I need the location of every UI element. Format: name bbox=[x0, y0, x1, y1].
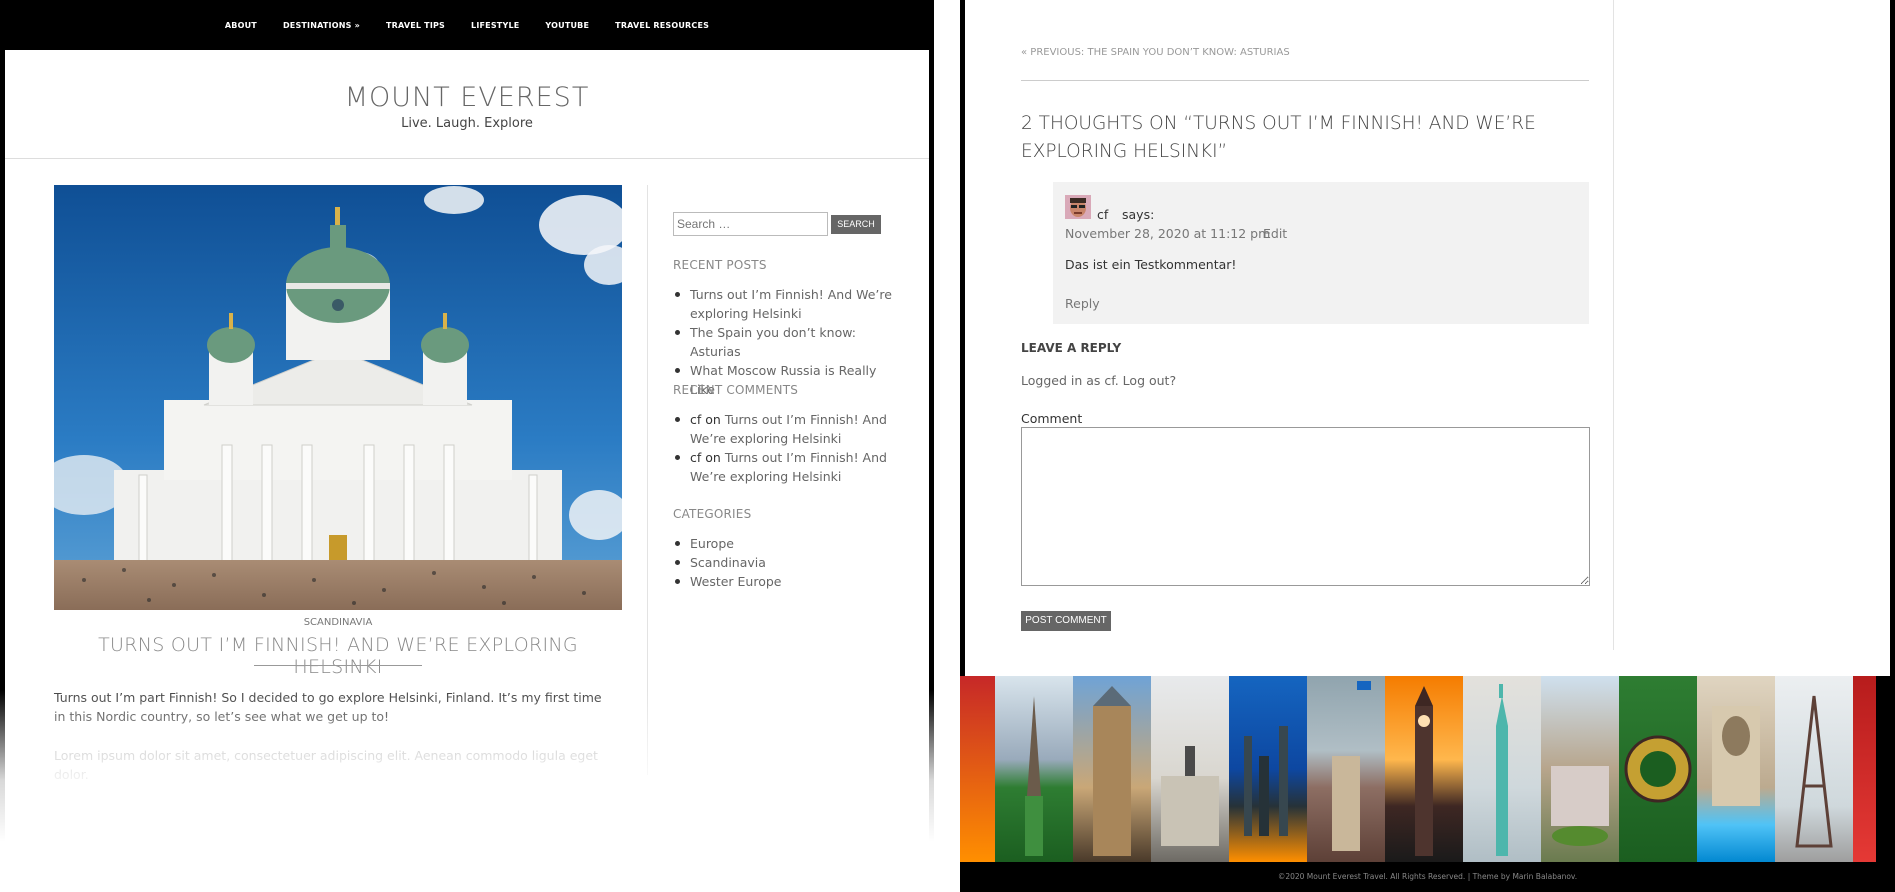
nav-item-youtube[interactable]: YouTube bbox=[532, 21, 602, 30]
nav-item-lifestyle[interactable]: Lifestyle bbox=[458, 21, 532, 30]
category-link[interactable]: Scandinavia bbox=[673, 553, 903, 572]
site-tagline: Live. Laugh. Explore bbox=[401, 116, 533, 131]
comment-item bbox=[1053, 182, 1589, 324]
category-link[interactable]: Wester Europe bbox=[673, 572, 903, 591]
search-button[interactable]: SEARCH bbox=[831, 215, 881, 234]
collage-tile bbox=[995, 676, 1073, 862]
collage-tile bbox=[1853, 676, 1876, 862]
recent-post-link[interactable]: The Spain you don’t know: Asturias bbox=[673, 323, 903, 361]
nav-item-destinations[interactable]: Destinations » bbox=[270, 21, 373, 30]
comment-edit-link[interactable]: Edit bbox=[1263, 226, 1287, 241]
comments-title: 2 THOUGHTS ON “TURNS OUT I’M FINNISH! AN… bbox=[1021, 113, 1536, 162]
collage-tile bbox=[1073, 676, 1151, 862]
title-underline bbox=[254, 665, 422, 666]
recent-posts-list: Turns out I’m Finnish! And We’re explori… bbox=[673, 285, 903, 399]
recent-post-link[interactable]: Turns out I’m Finnish! And We’re explori… bbox=[673, 285, 903, 323]
featured-image[interactable] bbox=[54, 185, 622, 610]
site-title[interactable]: MOUNT EVEREST bbox=[5, 82, 929, 113]
nav-item-travel-tips[interactable]: Travel Tips bbox=[373, 21, 458, 30]
post-body-text: Lorem ipsum dolor sit amet, consectetuer… bbox=[54, 748, 598, 782]
categories-list: Europe Scandinavia Wester Europe bbox=[673, 534, 903, 591]
collage-tile bbox=[960, 676, 995, 862]
nav-item-about[interactable]: About bbox=[212, 21, 270, 30]
recent-comments-title: RECENT COMMENTS bbox=[673, 383, 799, 397]
recent-comments-list: cf on Turns out I’m Finnish! And We’re e… bbox=[673, 410, 903, 486]
recent-comment-item: cf on Turns out I’m Finnish! And We’re e… bbox=[673, 410, 903, 448]
comment-author-link[interactable]: cf bbox=[690, 412, 701, 427]
leave-reply-title: LEAVE A REPLY bbox=[1021, 341, 1122, 355]
comment-date-link[interactable]: November 28, 2020 at 11:12 pm bbox=[1065, 226, 1270, 241]
post-title[interactable]: TURNS OUT I’M FINNISH! AND WE’RE EXPLORI… bbox=[54, 634, 622, 678]
comment-author[interactable]: cf bbox=[1097, 207, 1108, 222]
logged-in-text[interactable]: Logged in as cf. Log out? bbox=[1021, 373, 1176, 388]
post-excerpt: Turns out I’m part Finnish! So I decided… bbox=[54, 690, 602, 724]
categories-title: CATEGORIES bbox=[673, 507, 752, 521]
collage-tile bbox=[1385, 676, 1463, 862]
sidebar-divider bbox=[647, 185, 648, 775]
comment-says: says: bbox=[1122, 207, 1155, 222]
collage-tile bbox=[1229, 676, 1307, 862]
comment-label: Comment bbox=[1021, 411, 1083, 426]
collage-tile bbox=[1307, 676, 1385, 862]
page-content: « PREVIOUS: THE SPAIN YOU DON’T KNOW: AS… bbox=[965, 0, 1890, 676]
collage-tile bbox=[1619, 676, 1697, 862]
previous-post-link[interactable]: « PREVIOUS: THE SPAIN YOU DON’T KNOW: AS… bbox=[1021, 47, 1290, 58]
recent-posts-title: RECENT POSTS bbox=[673, 258, 767, 272]
nav-item-travel-resources[interactable]: Travel Resources bbox=[602, 21, 722, 30]
recent-comment-item: cf on Turns out I’m Finnish! And We’re e… bbox=[673, 448, 903, 486]
left-screenshot: About Destinations » Travel Tips Lifesty… bbox=[0, 0, 934, 892]
footer-copyright: ©2020 Mount Everest Travel. All Rights R… bbox=[1277, 872, 1578, 881]
post-category[interactable]: SCANDINAVIA bbox=[54, 617, 622, 628]
collage-tile bbox=[1541, 676, 1619, 862]
collage-tile bbox=[1463, 676, 1541, 862]
top-navigation: About Destinations » Travel Tips Lifesty… bbox=[0, 0, 934, 50]
comment-text: Das ist ein Testkommentar! bbox=[1065, 257, 1237, 272]
category-link[interactable]: Europe bbox=[673, 534, 903, 553]
comment-on-text: on bbox=[705, 412, 721, 427]
collage-tile bbox=[1775, 676, 1853, 862]
collage-tile bbox=[1697, 676, 1775, 862]
comment-on-text: on bbox=[705, 450, 721, 465]
comment-reply-link[interactable]: Reply bbox=[1065, 296, 1100, 311]
post-comment-button[interactable]: POST COMMENT bbox=[1021, 611, 1111, 631]
comment-textarea[interactable] bbox=[1021, 427, 1590, 586]
post-nav-divider bbox=[1021, 80, 1589, 81]
right-screenshot: « PREVIOUS: THE SPAIN YOU DON’T KNOW: AS… bbox=[960, 0, 1895, 892]
header-divider bbox=[5, 158, 929, 159]
footer-image-collage bbox=[960, 676, 1895, 862]
search-input[interactable] bbox=[673, 212, 828, 236]
comment-author-link[interactable]: cf bbox=[690, 450, 701, 465]
sidebar-divider bbox=[1613, 0, 1614, 650]
collage-tile bbox=[1151, 676, 1229, 862]
avatar[interactable] bbox=[1065, 195, 1091, 219]
